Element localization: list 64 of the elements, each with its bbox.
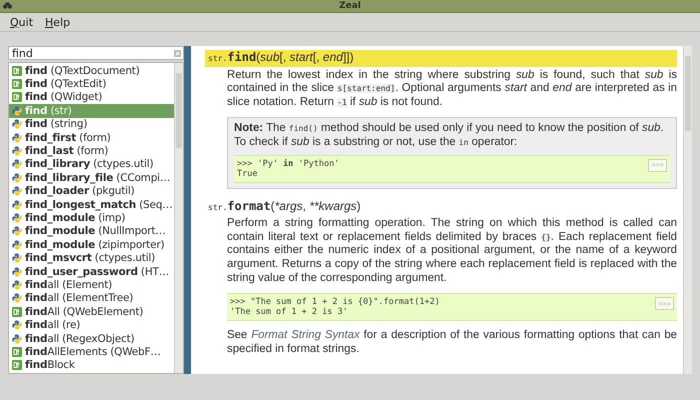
qt-logo-icon [12,92,22,102]
result-item[interactable]: find_user_password (HT… [9,264,174,278]
python-logo-icon [12,186,22,196]
result-item[interactable]: findall (Element) [9,278,174,292]
python-logo-icon [12,159,22,170]
result-item[interactable]: find_msvcrt (ctypes.util) [9,251,174,265]
python-logo-icon [12,240,22,250]
result-item[interactable]: find_module (NullImport… [9,224,174,238]
result-item[interactable]: findall (ElementTree) [9,292,174,306]
python-logo-icon [12,320,22,330]
description-paragraph: See Format String Syntax for a description of the various formatting options that can be specified in format strings. [227,329,677,356]
result-item[interactable]: find_library (ctypes.util) [9,158,174,172]
python-logo-icon [12,132,22,143]
result-item[interactable]: find_module (zipimporter) [9,238,174,252]
search-field[interactable]: find [8,46,184,60]
method-signature: str.format(*args, **kwargs) [207,198,362,215]
code-line: 'The sum of 1 + 2 is 3' [230,307,349,318]
code-line: True [237,168,258,179]
python-logo-icon [12,266,22,277]
python-logo-icon [12,146,22,156]
result-item[interactable]: findAllElements (QWebF… [9,345,174,359]
qt-logo-icon [12,66,22,76]
code-line: >>> "The sum of 1 + 2 is {0}".format(1+2) [230,297,440,308]
result-item[interactable]: find (QTextDocument) [9,64,174,78]
result-item[interactable]: find_first (form) [9,130,174,144]
python-logo-icon [12,106,22,116]
result-item[interactable]: find_module (imp) [9,211,174,225]
qt-logo-icon [12,306,22,317]
note-text: Note: The find() method should be used only if you need to know the position of sub. To check if sub is a substring or not, use the in operator: [234,122,665,150]
result-item[interactable]: find (string) [9,118,174,131]
result-item[interactable]: find_library_file (CCompi… [9,171,174,185]
python-logo-icon [12,226,22,236]
python-logo-icon [12,293,22,304]
result-item[interactable]: find (QTextEdit) [9,77,174,91]
python-logo-icon [12,212,22,223]
qt-logo-icon [12,346,22,357]
description-paragraph: Return the lowest index in the string where substring sub is found, such that sub is contained in the slice s[start:end]. Optional arguments start and end are interpreted as in slice notation. Return -1 if sub is not found. [227,68,677,110]
result-item[interactable]: find_longest_match (Seq… [9,198,174,212]
qt-logo-icon [12,360,22,370]
scrollbar[interactable] [174,63,183,373]
window-title: Zeal [339,1,361,11]
method-signature: str.find(sub[, start[, end]]) [205,50,677,67]
python-logo-icon [12,200,22,210]
python-logo-icon [12,334,22,344]
python-logo-icon [12,172,22,183]
result-item[interactable]: findBlock [9,358,174,372]
splitter-handle[interactable] [184,46,191,374]
result-item[interactable]: find_loader (pkgutil) [9,184,174,198]
python-logo-icon [12,119,22,130]
menu-item[interactable]: Help [45,16,70,28]
result-item[interactable]: find (QWidget) [9,90,174,104]
scrollbar[interactable] [683,46,692,374]
binoculars-icon [3,2,12,9]
python-logo-icon [12,280,22,290]
description-paragraph: Perform a string formatting operation. The string on which this method is called can contain literal text or replacement fields delimited by braces {}. Each replacement field contains either the numeric index of a positional argument, or the name of a keyword argument. Returns a copy of the string where each replacement field is replaced with the string value of the corresponding argument. [227,217,677,286]
code-line: >>> 'Py' in 'Python' [237,158,340,169]
result-item[interactable]: findall (re) [9,318,174,332]
python-logo-icon [12,253,22,264]
result-item[interactable]: findall (RegexObject) [9,332,174,346]
result-item[interactable]: findAll (QWebElement) [9,305,174,318]
qt-logo-icon [12,79,22,90]
result-item[interactable]: find_last (form) [9,144,174,158]
menu-item[interactable]: Quit [10,16,34,28]
format-string-syntax-link[interactable]: Format String Syntax [251,329,360,342]
